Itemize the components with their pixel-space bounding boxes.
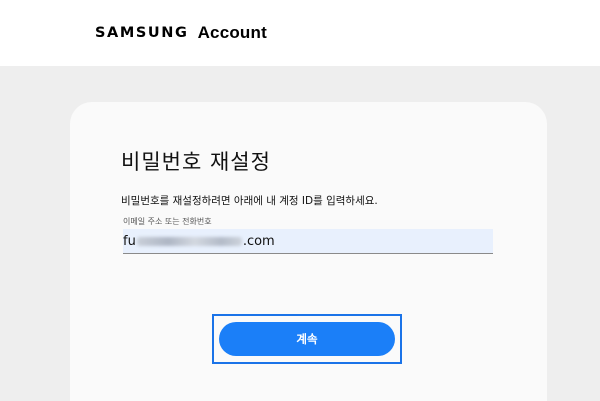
samsung-wordmark: SAMSUNG xyxy=(95,25,189,41)
account-id-label: 이메일 주소 또는 전화번호 xyxy=(123,217,212,226)
continue-button-focus-ring: 계속 xyxy=(212,314,402,364)
page-title: 비밀번호 재설정 xyxy=(121,150,271,174)
top-header: SAMSUNG Account xyxy=(0,0,600,66)
page-description: 비밀번호를 재설정하려면 아래에 내 계정 ID를 입력하세요. xyxy=(121,195,378,207)
reset-password-card: 비밀번호 재설정 비밀번호를 재설정하려면 아래에 내 계정 ID를 입력하세요… xyxy=(70,102,547,401)
account-id-input[interactable]: fu .com xyxy=(123,229,493,254)
redacted-text-blur xyxy=(136,236,242,246)
account-id-value-prefix: fu xyxy=(123,233,136,249)
account-id-value: fu .com xyxy=(123,234,275,249)
account-wordmark: Account xyxy=(197,23,267,42)
account-id-value-suffix: .com xyxy=(242,233,275,249)
samsung-account-logo[interactable]: SAMSUNG Account xyxy=(95,22,267,44)
continue-button[interactable]: 계속 xyxy=(219,322,395,356)
